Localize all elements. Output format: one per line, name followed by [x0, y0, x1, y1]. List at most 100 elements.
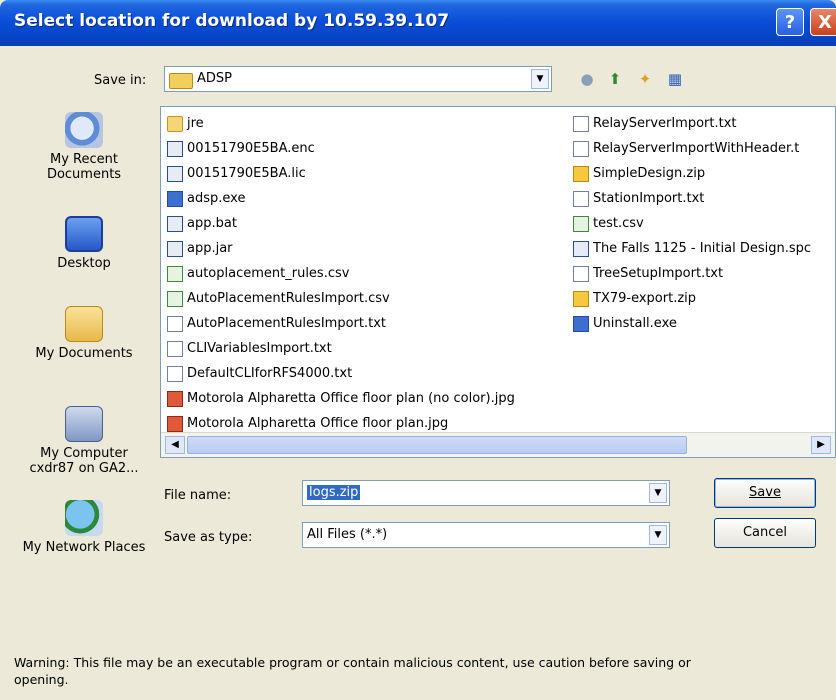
- file-name: DefaultCLIforRFS4000.txt: [187, 366, 353, 381]
- file-name: Uninstall.exe: [593, 316, 677, 331]
- list-item[interactable]: AutoPlacementRulesImport.csv: [167, 286, 515, 311]
- place-label: My Network Places: [22, 540, 146, 555]
- chevron-down-icon[interactable]: ▼: [649, 483, 667, 503]
- view-menu-icon[interactable]: ▦: [664, 68, 686, 90]
- cancel-button[interactable]: Cancel: [714, 518, 816, 548]
- place-label: Desktop: [57, 256, 111, 271]
- list-item[interactable]: StationImport.txt: [573, 186, 811, 211]
- list-item[interactable]: TX79-export.zip: [573, 286, 811, 311]
- enc-file-icon: [573, 240, 589, 257]
- txt-file-icon: [573, 190, 589, 207]
- file-name: SimpleDesign.zip: [593, 166, 706, 181]
- file-name: TreeSetupImport.txt: [593, 266, 724, 281]
- list-item[interactable]: SimpleDesign.zip: [573, 161, 811, 186]
- list-item[interactable]: CLIVariablesImport.txt: [167, 336, 515, 361]
- new-folder-icon[interactable]: ✦: [634, 68, 656, 90]
- list-item[interactable]: 00151790E5BA.enc: [167, 136, 515, 161]
- file-name-input[interactable]: logs.zip ▼: [302, 480, 670, 506]
- txt-file-icon: [167, 315, 183, 332]
- file-list-column: RelayServerImport.txt RelayServerImportWi…: [573, 111, 811, 336]
- list-item[interactable]: The Falls 1125 - Initial Design.spc: [573, 236, 811, 261]
- txt-file-icon: [573, 115, 589, 132]
- txt-file-icon: [167, 365, 183, 382]
- jpg-file-icon: [167, 415, 183, 432]
- list-item[interactable]: Motorola Alpharetta Office floor plan (n…: [167, 386, 515, 411]
- place-label: My Recent Documents: [46, 152, 122, 182]
- list-item[interactable]: RelayServerImport.txt: [573, 111, 811, 136]
- exe-file-icon: [167, 190, 183, 207]
- list-item[interactable]: Uninstall.exe: [573, 311, 811, 336]
- csv-file-icon: [167, 265, 183, 282]
- close-button[interactable]: X: [810, 8, 836, 36]
- file-name: The Falls 1125 - Initial Design.spc: [593, 241, 812, 256]
- list-item[interactable]: app.bat: [167, 211, 515, 236]
- places-bar: My Recent Documents Desktop My Documents…: [16, 100, 152, 604]
- exe-file-icon: [573, 315, 589, 332]
- enc-file-icon: [167, 215, 183, 232]
- save-as-type-label: Save as type:: [164, 530, 253, 545]
- recent-documents-icon: [65, 112, 103, 148]
- save-in-dropdown[interactable]: ADSP ▼: [164, 66, 552, 92]
- list-item[interactable]: TreeSetupImport.txt: [573, 261, 811, 286]
- file-name: RelayServerImport.txt: [593, 116, 737, 131]
- place-network[interactable]: My Network Places: [16, 500, 152, 555]
- file-name: AutoPlacementRulesImport.csv: [187, 291, 390, 306]
- txt-file-icon: [167, 340, 183, 357]
- place-my-computer[interactable]: My Computer cxdr87 on GA2...: [16, 406, 152, 476]
- file-name: Motorola Alpharetta Office floor plan (n…: [187, 391, 515, 406]
- save-as-type-dropdown[interactable]: All Files (*.*) ▼: [302, 522, 670, 548]
- list-item[interactable]: jre: [167, 111, 515, 136]
- file-name: AutoPlacementRulesImport.txt: [187, 316, 386, 331]
- file-name: test.csv: [593, 216, 644, 231]
- file-name: adsp.exe: [187, 191, 246, 206]
- csv-file-icon: [167, 290, 183, 307]
- file-name: CLIVariablesImport.txt: [187, 341, 332, 356]
- up-folder-icon[interactable]: ⬆: [604, 68, 626, 90]
- folder-icon: [169, 73, 193, 89]
- horizontal-scrollbar[interactable]: ◀ ▶: [161, 432, 835, 457]
- file-name: RelayServerImportWithHeader.t: [593, 141, 800, 156]
- scroll-right-icon[interactable]: ▶: [811, 436, 831, 454]
- list-item[interactable]: adsp.exe: [167, 186, 515, 211]
- save-in-label: Save in:: [94, 73, 147, 88]
- save-as-type-value: All Files (*.*): [307, 527, 388, 542]
- chevron-down-icon[interactable]: ▼: [649, 525, 667, 545]
- list-item[interactable]: RelayServerImportWithHeader.t: [573, 136, 811, 161]
- place-desktop[interactable]: Desktop: [16, 216, 152, 271]
- txt-file-icon: [573, 265, 589, 282]
- my-documents-icon: [65, 306, 103, 342]
- help-button[interactable]: ?: [776, 8, 804, 36]
- place-label: My Computer cxdr87 on GA2...: [29, 446, 139, 476]
- file-name: StationImport.txt: [593, 191, 705, 206]
- place-label: My Documents: [35, 346, 133, 361]
- list-item[interactable]: AutoPlacementRulesImport.txt: [167, 311, 515, 336]
- chevron-down-icon[interactable]: ▼: [531, 69, 549, 89]
- file-name: Motorola Alpharetta Office floor plan.jp…: [187, 416, 449, 431]
- file-name-value: logs.zip: [307, 485, 361, 500]
- list-item[interactable]: autoplacement_rules.csv: [167, 261, 515, 286]
- scroll-left-icon[interactable]: ◀: [165, 436, 185, 454]
- list-item[interactable]: 00151790E5BA.lic: [167, 161, 515, 186]
- file-name: TX79-export.zip: [593, 291, 697, 306]
- list-item[interactable]: test.csv: [573, 211, 811, 236]
- back-icon[interactable]: ●: [576, 68, 598, 90]
- save-button[interactable]: Save: [714, 478, 816, 508]
- desktop-icon: [65, 216, 103, 252]
- file-name: jre: [187, 116, 204, 131]
- file-name-label: File name:: [164, 488, 232, 503]
- list-item[interactable]: DefaultCLIforRFS4000.txt: [167, 361, 515, 386]
- enc-file-icon: [167, 140, 183, 157]
- file-list[interactable]: jre 00151790E5BA.enc 00151790E5BA.lic adsp.…: [160, 106, 836, 458]
- enc-file-icon: [167, 165, 183, 182]
- warning-text: Warning: This file may be an executable …: [14, 655, 691, 687]
- file-name: app.bat: [187, 216, 237, 231]
- my-computer-icon: [65, 406, 103, 442]
- file-name: app.jar: [187, 241, 233, 256]
- scrollbar-thumb[interactable]: [187, 436, 687, 454]
- place-my-documents[interactable]: My Documents: [16, 306, 152, 361]
- jpg-file-icon: [167, 390, 183, 407]
- enc-file-icon: [167, 240, 183, 257]
- csv-file-icon: [573, 215, 589, 232]
- list-item[interactable]: app.jar: [167, 236, 515, 261]
- place-recent-documents[interactable]: My Recent Documents: [16, 112, 152, 182]
